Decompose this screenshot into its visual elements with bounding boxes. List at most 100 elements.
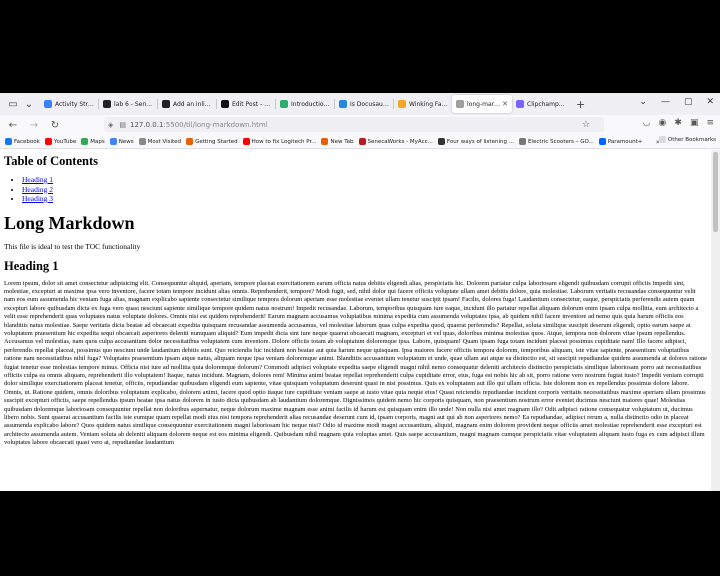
tab-strip: ▭ ⌄ Activity Stream lab 6 - Seneca-C Add a… xyxy=(0,93,720,115)
bookmark-label: New Tab xyxy=(330,138,354,145)
tab-label: Introduction | Do xyxy=(291,100,330,108)
tab-7[interactable]: long-markdown.m✕ xyxy=(452,95,512,113)
tab-label: Add an inline TO xyxy=(173,100,212,108)
bookmark-label: Electric Scooters – GO... xyxy=(527,138,594,145)
bookmark-item[interactable]: Four ways of listening ... xyxy=(437,138,514,145)
bookmark-favicon-icon xyxy=(321,138,329,145)
tab-favicon-icon xyxy=(103,100,111,108)
page-title: Long Markdown xyxy=(4,212,135,233)
pocket-icon[interactable]: ◡ xyxy=(643,118,651,128)
forward-button[interactable]: → xyxy=(26,117,42,133)
toc-link[interactable]: Heading 3 xyxy=(22,194,53,203)
toc-item: Heading 1 xyxy=(22,175,707,185)
list-all-tabs-icon[interactable]: ⌄ xyxy=(639,97,647,107)
close-tab-icon[interactable]: ✕ xyxy=(502,100,508,108)
bookmark-label: Maps xyxy=(90,138,105,145)
firefox-view-icon[interactable]: ▭ xyxy=(6,97,20,111)
bookmarks-toolbar: Facebook YouTube Maps News Most Visited Getti… xyxy=(0,135,720,149)
tab-favicon-icon xyxy=(339,100,347,108)
toc-link[interactable]: Heading 1 xyxy=(22,175,53,184)
bookmark-label: SenecaWorks - MyAcc... xyxy=(367,138,433,145)
tab-0[interactable]: Activity Stream xyxy=(40,95,98,113)
bookmark-star-icon[interactable]: ☆ xyxy=(582,120,590,130)
tab-2[interactable]: Add an inline TO xyxy=(158,95,216,113)
reload-button[interactable]: ↻ xyxy=(47,117,63,133)
tab-label: Winking Face xyxy=(409,100,448,108)
toc-link[interactable]: Heading 2 xyxy=(22,185,53,194)
tab-3[interactable]: Edit Post - DEV C xyxy=(217,95,275,113)
url-text[interactable]: 127.0.0.1:5500/tll/long-markdown.html xyxy=(130,121,268,129)
bookmark-item[interactable]: Getting Started xyxy=(186,138,238,145)
extension-icon[interactable]: ▣ xyxy=(690,118,699,128)
bookmark-item[interactable]: Facebook xyxy=(5,138,40,145)
bookmark-favicon-icon xyxy=(138,138,146,145)
bookmark-item[interactable]: Most Visited xyxy=(138,138,182,145)
bookmark-item[interactable]: Paramount+ xyxy=(598,138,643,145)
bookmark-favicon-icon xyxy=(518,138,526,145)
address-bar[interactable]: ◈ ▤ 127.0.0.1:5500/tll/long-markdown.htm… xyxy=(104,117,604,132)
bookmark-item[interactable]: How to fix Logitech Pr... xyxy=(242,138,317,145)
tab-favicon-icon xyxy=(456,100,464,108)
scrollbar[interactable] xyxy=(711,150,720,491)
intro-paragraph: This file is ideal to test the TOC funct… xyxy=(4,241,141,251)
bookmark-favicon-icon xyxy=(5,138,12,145)
tab-label: lab 6 - Seneca-C xyxy=(114,100,153,108)
bookmark-label: How to fix Logitech Pr... xyxy=(251,138,317,145)
page-info-icon[interactable]: ▤ xyxy=(119,121,126,129)
bookmark-favicon-icon xyxy=(81,138,89,145)
body-paragraph: Lorem ipsum, dolor sit amet consectetur … xyxy=(4,279,707,447)
toc-list: Heading 1Heading 2Heading 3 xyxy=(22,175,707,204)
tab-list: Activity Stream lab 6 - Seneca-C Add an in… xyxy=(40,93,570,115)
bookmark-label: YouTube xyxy=(53,138,77,145)
maximize-button[interactable]: ▢ xyxy=(684,97,693,107)
back-button[interactable]: ← xyxy=(5,117,21,133)
extensions-icon[interactable]: ✱ xyxy=(674,118,682,128)
bookmark-item[interactable]: News xyxy=(109,138,134,145)
minimize-button[interactable]: — xyxy=(661,97,670,107)
close-window-button[interactable]: ✕ xyxy=(706,97,714,107)
tab-4[interactable]: Introduction | Do xyxy=(276,95,334,113)
page-content: Table of Contents Heading 1Heading 2Head… xyxy=(0,150,711,491)
tab-favicon-icon xyxy=(221,100,229,108)
bookmark-item[interactable]: YouTube xyxy=(44,138,77,145)
toc-item: Heading 2 xyxy=(22,185,707,195)
heading-1: Heading 1 xyxy=(4,258,59,273)
bookmark-item[interactable]: Electric Scooters – GO... xyxy=(518,138,594,145)
url-host: 127.0.0.1 xyxy=(130,120,164,129)
account-icon[interactable]: ◉ xyxy=(659,118,667,128)
tab-label: Edit Post - DEV C xyxy=(232,100,271,108)
tab-8[interactable]: Clipchamp - free xyxy=(512,95,570,113)
tab-favicon-icon xyxy=(280,100,288,108)
bookmark-label: Paramount+ xyxy=(607,138,643,145)
bookmark-label: Four ways of listening ... xyxy=(446,138,514,145)
tab-label: Clipchamp - free xyxy=(527,100,566,108)
navigation-bar: ← → ↻ ◈ ▤ 127.0.0.1:5500/tll/long-markdo… xyxy=(0,115,720,135)
tab-label: Activity Stream xyxy=(55,100,94,108)
menu-icon[interactable]: ≡ xyxy=(706,118,714,128)
tab-label: long-markdown.m xyxy=(467,100,500,108)
tab-1[interactable]: lab 6 - Seneca-C xyxy=(99,95,157,113)
bookmark-favicon-icon xyxy=(598,138,606,145)
tab-favicon-icon xyxy=(516,100,524,108)
bookmark-item[interactable]: SenecaWorks - MyAcc... xyxy=(358,138,433,145)
bookmark-label: News xyxy=(118,138,134,145)
bookmark-item[interactable]: New Tab xyxy=(321,138,354,145)
toc-item: Heading 3 xyxy=(22,194,707,204)
window-controls: ⌄ — ▢ ✕ xyxy=(639,97,714,107)
shield-icon[interactable]: ◈ xyxy=(108,121,113,129)
tab-6[interactable]: Winking Face xyxy=(394,95,452,113)
other-bookmarks[interactable]: Other Bookmarks xyxy=(658,136,716,143)
bookmark-favicon-icon xyxy=(437,138,445,145)
tab-favicon-icon xyxy=(44,100,52,108)
bookmark-list: Facebook YouTube Maps News Most Visited Getti… xyxy=(0,138,642,145)
bookmark-label: Most Visited xyxy=(147,138,182,145)
bookmark-item[interactable]: Maps xyxy=(81,138,105,145)
bookmark-favicon-icon xyxy=(358,138,366,145)
tab-list-icon[interactable]: ⌄ xyxy=(22,97,36,111)
new-tab-button[interactable]: + xyxy=(576,98,585,111)
folder-icon xyxy=(658,136,666,143)
scrollbar-thumb[interactable] xyxy=(713,152,718,232)
bookmark-favicon-icon xyxy=(186,138,194,145)
toolbar-right: ◡ ◉ ✱ ▣ ≡ xyxy=(643,118,714,128)
tab-5[interactable]: Is Docusaurus be xyxy=(335,95,393,113)
